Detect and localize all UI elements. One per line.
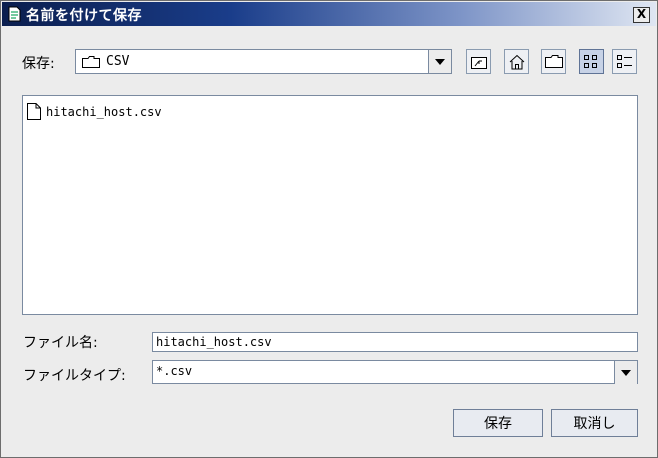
list-item[interactable]: hitachi_host.csv [27,103,162,120]
save-in-combobox[interactable]: CSV [75,49,452,74]
file-type-value: *.csv [156,364,193,378]
save-dialog: 名前を付けて保存 X 保存: CSV hitachi_host.csv ファイル… [0,0,658,458]
new-folder-icon [544,55,563,68]
chevron-down-icon [621,369,631,376]
save-in-dropdown-button[interactable] [428,50,451,73]
close-button[interactable]: X [633,7,650,23]
chevron-down-icon [435,58,445,65]
up-one-level-button[interactable] [466,49,491,74]
home-icon [509,54,524,69]
file-name-label: ファイル名: [23,335,98,351]
file-type-combobox[interactable]: *.csv [152,360,638,384]
current-folder: CSV [106,54,130,69]
file-list[interactable]: hitachi_host.csv [22,95,638,315]
home-button[interactable] [504,49,529,74]
save-in-label: 保存: [22,56,55,72]
title-bar[interactable]: 名前を付けて保存 X [2,2,656,26]
window-title: 名前を付けて保存 [26,8,142,24]
file-name-input[interactable]: hitachi_host.csv [152,332,638,352]
file-type-dropdown-button[interactable] [614,361,637,384]
details-view-icon [616,55,632,68]
file-type-label: ファイルタイプ: [23,368,126,384]
list-view-button[interactable] [579,49,604,74]
up-folder-icon [470,56,487,69]
new-folder-button[interactable] [541,49,566,74]
details-view-button[interactable] [612,49,637,74]
folder-icon [82,56,100,68]
cancel-button[interactable]: 取消し [551,409,638,437]
document-icon [8,6,21,22]
file-icon [27,103,41,120]
file-name: hitachi_host.csv [46,104,162,119]
save-button[interactable]: 保存 [453,409,543,437]
list-view-icon [584,55,597,68]
